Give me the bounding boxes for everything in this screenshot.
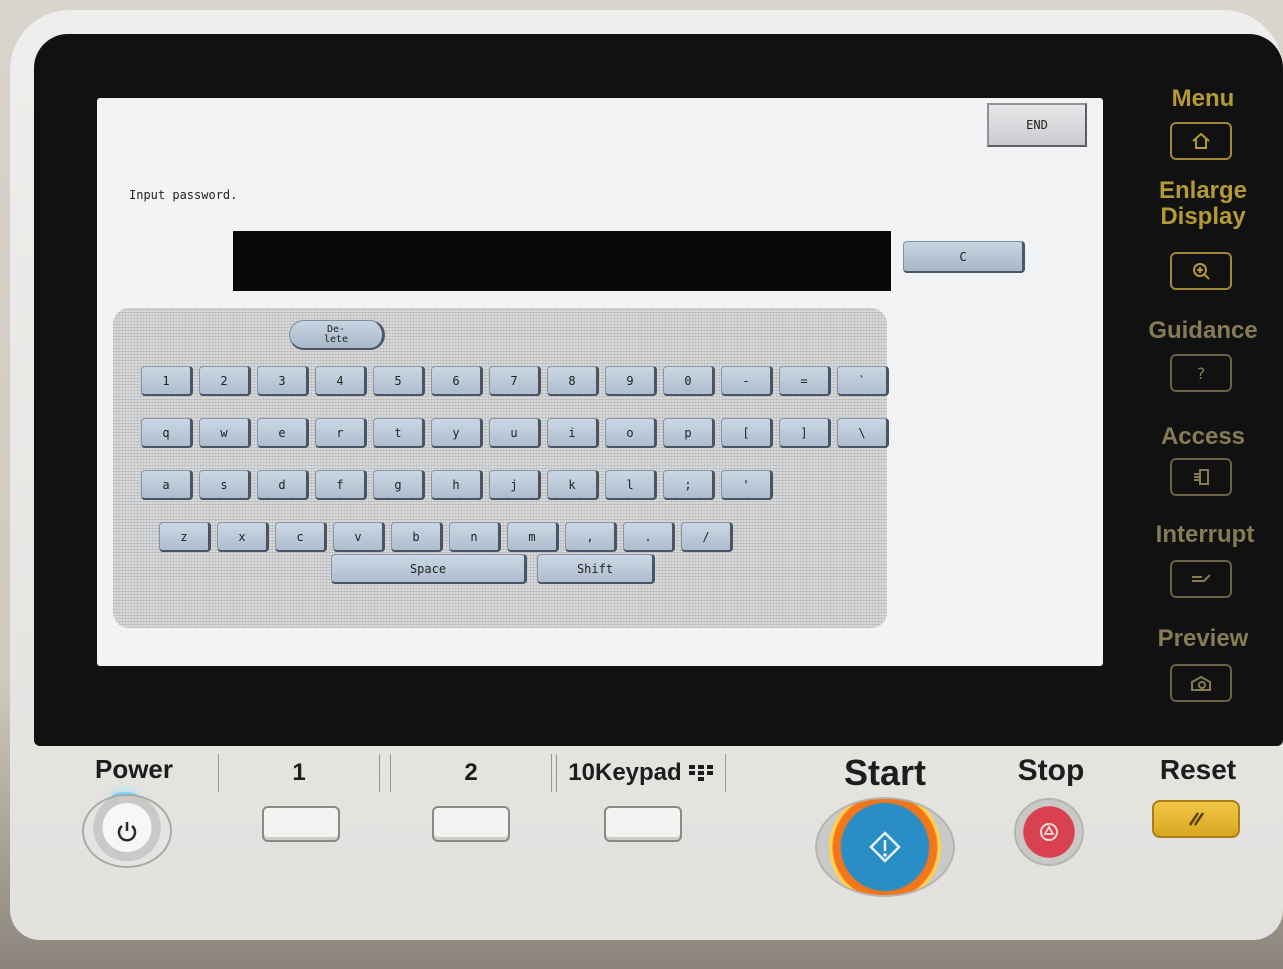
key[interactable]: x <box>217 522 269 552</box>
key[interactable]: p <box>663 418 715 448</box>
zoom-in-icon <box>1193 263 1210 280</box>
touch-screen: END Input password. C De- lete 123456789… <box>97 98 1103 666</box>
key[interactable]: 9 <box>605 366 657 396</box>
key[interactable]: ; <box>663 470 715 500</box>
key[interactable]: j <box>489 470 541 500</box>
reset-button[interactable] <box>1152 800 1240 838</box>
key[interactable]: w <box>199 418 251 448</box>
key[interactable]: s <box>199 470 251 500</box>
interrupt-icon <box>1192 574 1211 582</box>
enlarge-display-label: Enlarge Display <box>1158 177 1248 230</box>
stop-label: Stop <box>1017 754 1085 787</box>
keyboard-area: De- lete 1 2 3 4 5 6 7 8 9 0- = ` q w e r t y u i o p[] \ a s d f g… <box>113 308 889 628</box>
power-button[interactable] <box>82 794 172 868</box>
power-icon <box>117 822 137 842</box>
key[interactable]: = <box>779 366 831 396</box>
key[interactable]: . <box>623 522 675 552</box>
start-label: Start <box>843 752 927 793</box>
key[interactable]: \ <box>837 418 889 448</box>
stop-icon <box>1040 823 1058 841</box>
key[interactable]: / <box>681 522 733 552</box>
key[interactable]: b <box>391 522 443 552</box>
enlarge-display-button[interactable] <box>1170 252 1232 290</box>
key[interactable]: - <box>721 366 773 396</box>
shift-key[interactable]: Shift <box>537 554 655 584</box>
register-key-2[interactable] <box>432 806 510 842</box>
home-icon <box>1192 132 1210 149</box>
key[interactable]: 0 <box>663 366 715 396</box>
tab-10keypad-text: 10Keypad <box>568 759 682 786</box>
keypad-key[interactable] <box>604 806 682 842</box>
key[interactable]: l <box>605 470 657 500</box>
key[interactable]: 6 <box>431 366 483 396</box>
key[interactable]: e <box>257 418 309 448</box>
preview-icon <box>1191 675 1211 691</box>
register-key-1[interactable] <box>262 806 340 842</box>
key[interactable]: t <box>373 418 425 448</box>
access-label: Access <box>1160 423 1246 450</box>
key[interactable]: ' <box>721 470 773 500</box>
key[interactable]: a <box>141 470 193 500</box>
stop-button[interactable] <box>1014 798 1084 866</box>
space-key[interactable]: Space <box>331 554 527 584</box>
reset-label: Reset <box>1159 754 1237 785</box>
password-field[interactable] <box>233 231 891 291</box>
access-button[interactable] <box>1170 458 1232 496</box>
key[interactable]: ] <box>779 418 831 448</box>
key[interactable]: u <box>489 418 541 448</box>
tab-2-label: 2 <box>390 754 552 792</box>
key[interactable]: g <box>373 470 425 500</box>
key[interactable]: 2 <box>199 366 251 396</box>
interrupt-button[interactable] <box>1170 560 1232 598</box>
start-icon <box>869 831 901 863</box>
start-button[interactable] <box>815 797 955 897</box>
key[interactable]: 8 <box>547 366 599 396</box>
key[interactable]: f <box>315 470 367 500</box>
key[interactable]: 3 <box>257 366 309 396</box>
prompt-text: Input password. <box>129 188 238 202</box>
key[interactable]: r <box>315 418 367 448</box>
guidance-label: Guidance <box>1148 317 1258 344</box>
key[interactable]: q <box>141 418 193 448</box>
key[interactable]: 4 <box>315 366 367 396</box>
key[interactable]: n <box>449 522 501 552</box>
key[interactable]: 1 <box>141 366 193 396</box>
power-label: Power <box>94 754 174 784</box>
key[interactable]: [ <box>721 418 773 448</box>
key[interactable]: z <box>159 522 211 552</box>
preview-label: Preview <box>1157 625 1249 652</box>
menu-button[interactable] <box>1170 122 1232 160</box>
clear-button[interactable]: C <box>903 241 1025 273</box>
key[interactable]: k <box>547 470 599 500</box>
key[interactable]: y <box>431 418 483 448</box>
preview-button[interactable] <box>1170 664 1232 702</box>
tab-10keypad-label: 10Keypad <box>556 754 726 792</box>
keypad-icon <box>688 765 713 781</box>
question-icon: ? <box>1196 363 1206 383</box>
access-icon <box>1194 469 1209 485</box>
key[interactable]: 5 <box>373 366 425 396</box>
key[interactable]: , <box>565 522 617 552</box>
menu-label: Menu <box>1171 85 1235 112</box>
key[interactable]: o <box>605 418 657 448</box>
key[interactable]: v <box>333 522 385 552</box>
key[interactable]: c <box>275 522 327 552</box>
key[interactable]: ` <box>837 366 889 396</box>
end-button[interactable]: END <box>987 103 1087 147</box>
key[interactable]: d <box>257 470 309 500</box>
key[interactable]: i <box>547 418 599 448</box>
key[interactable]: 7 <box>489 366 541 396</box>
interrupt-label: Interrupt <box>1155 521 1255 548</box>
guidance-button[interactable]: ? <box>1170 354 1232 392</box>
reset-icon <box>1188 812 1205 826</box>
key[interactable]: m <box>507 522 559 552</box>
tab-1-label: 1 <box>218 754 380 792</box>
delete-button[interactable]: De- lete <box>289 320 385 350</box>
key[interactable]: h <box>431 470 483 500</box>
